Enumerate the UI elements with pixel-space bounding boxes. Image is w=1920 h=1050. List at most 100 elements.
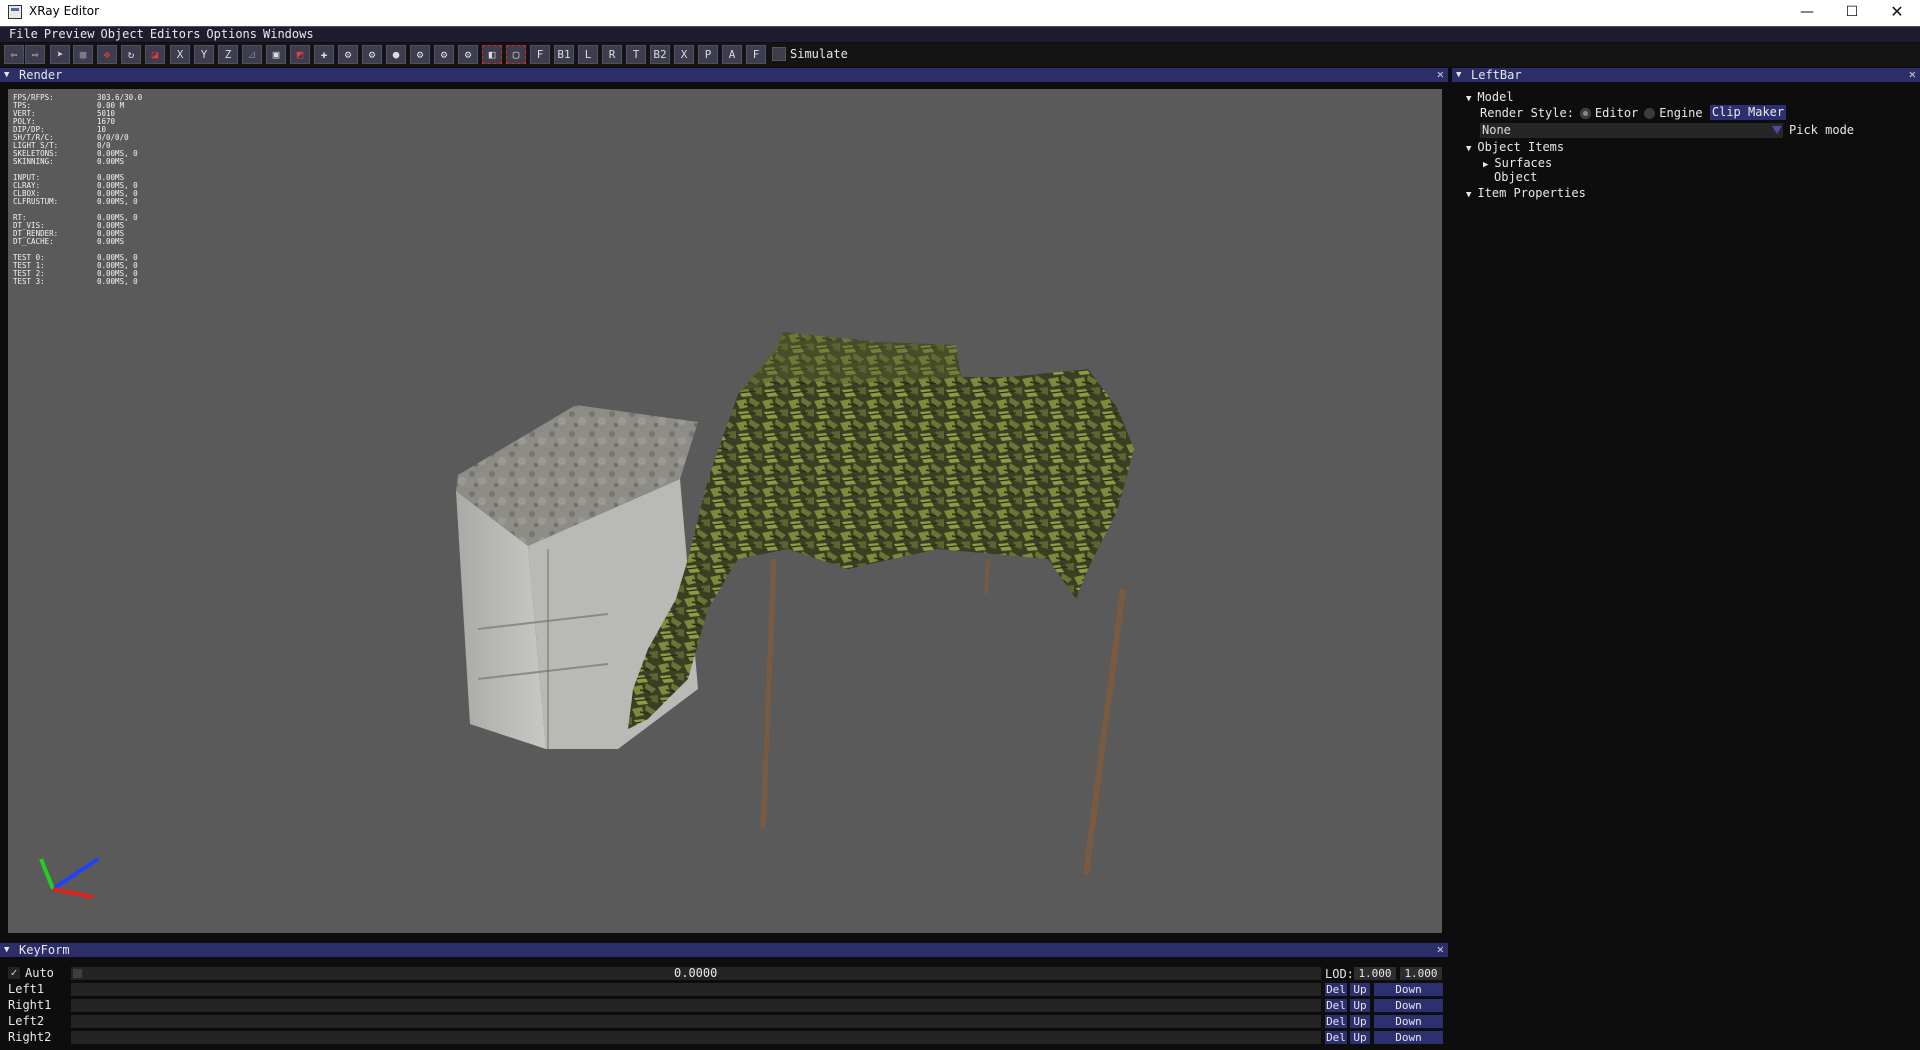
render-panel-header[interactable]: ▼ Render ✕ xyxy=(0,67,1448,82)
axis-x-button[interactable]: X xyxy=(170,45,190,64)
view-perspective-button[interactable]: P xyxy=(698,45,718,64)
redo-icon[interactable]: ⇨ xyxy=(25,45,45,64)
minimize-button[interactable]: — xyxy=(1784,0,1830,26)
tree-model[interactable]: ▼ Model xyxy=(1466,90,1514,104)
clip-maker-button[interactable]: Clip Maker xyxy=(1710,105,1786,120)
axis-zx-icon[interactable]: ⊿ xyxy=(242,45,262,64)
keyform-row-bar[interactable] xyxy=(71,1015,1321,1028)
rotate-icon[interactable]: ↻ xyxy=(121,45,141,64)
axis-y-button[interactable]: Y xyxy=(194,45,214,64)
render-panel-title: Render xyxy=(19,68,63,82)
camera-icon[interactable]: ◧ xyxy=(482,45,502,64)
time-slider-handle[interactable] xyxy=(73,969,82,978)
tree-surfaces[interactable]: ▶ Surfaces xyxy=(1483,156,1552,170)
up-button[interactable]: Up xyxy=(1350,983,1370,996)
view-arcball-button[interactable]: A xyxy=(722,45,742,64)
menu-preview[interactable]: Preview xyxy=(44,27,95,42)
menu-editors[interactable]: Editors xyxy=(150,27,201,42)
render-style-editor-radio[interactable] xyxy=(1579,108,1591,119)
down-button[interactable]: Down xyxy=(1374,1015,1443,1028)
menu-options[interactable]: Options xyxy=(206,27,257,42)
menu-file[interactable]: File xyxy=(9,27,38,42)
down-button[interactable]: Down xyxy=(1374,999,1443,1012)
scale-snap-icon[interactable]: ⚙ xyxy=(458,45,478,64)
undo-icon[interactable]: ⇦ xyxy=(4,45,24,64)
scale-icon[interactable]: ◪ xyxy=(145,45,165,64)
tree-item-properties[interactable]: ▼ Item Properties xyxy=(1466,186,1586,200)
del-button[interactable]: Del xyxy=(1325,1031,1347,1044)
del-button[interactable]: Del xyxy=(1325,983,1347,996)
render-style-row: Render Style: Editor Engine xyxy=(1480,106,1703,120)
tree-expand-icon[interactable]: ▼ xyxy=(1466,190,1471,200)
stat-key: SKINNING: xyxy=(13,157,54,166)
render-style-engine-radio[interactable] xyxy=(1644,108,1656,119)
maximize-button[interactable]: ☐ xyxy=(1829,0,1875,26)
collapse-arrow-icon[interactable]: ▼ xyxy=(4,68,9,82)
move-icon[interactable]: ✥ xyxy=(97,45,117,64)
render-panel-close-icon[interactable]: ✕ xyxy=(1437,67,1444,81)
down-button[interactable]: Down xyxy=(1374,983,1443,996)
object-snap-icon[interactable]: ⚙ xyxy=(338,45,358,64)
view-bottom-button[interactable]: B2 xyxy=(650,45,670,64)
down-button[interactable]: Down xyxy=(1374,1031,1443,1044)
view-free-button[interactable]: F xyxy=(746,45,766,64)
view-right-button[interactable]: R xyxy=(602,45,622,64)
view-back-button[interactable]: B1 xyxy=(554,45,574,64)
tree-object-items[interactable]: ▼ Object Items xyxy=(1466,140,1564,154)
csg-icon[interactable]: ▣ xyxy=(266,45,286,64)
keyform-row-bar[interactable] xyxy=(71,999,1321,1012)
leftbar-close-icon[interactable]: ✕ xyxy=(1909,67,1916,81)
snap-icon[interactable]: ◩ xyxy=(290,45,310,64)
dropdown-arrow-icon[interactable] xyxy=(1772,126,1782,134)
keyform-close-icon[interactable]: ✕ xyxy=(1437,942,1444,956)
select-box-icon[interactable]: ■ xyxy=(73,45,93,64)
keyform-row-label: Left2 xyxy=(8,1014,45,1028)
simulate-label: Simulate xyxy=(790,47,848,61)
view-top-button[interactable]: T xyxy=(626,45,646,64)
toolbar: ⇦ ⇨ ➤ ■ ✥ ↻ ◪ X Y Z ⊿ ▣ ◩ ✚ ⚙ ⚙ ● ⚙ ⚙ ⚙ … xyxy=(0,43,1920,67)
move-snap-icon[interactable]: ⚙ xyxy=(434,45,454,64)
view-front-button[interactable]: F xyxy=(530,45,550,64)
render-style-engine-label[interactable]: Engine xyxy=(1659,106,1702,120)
simulate-checkbox[interactable] xyxy=(772,47,786,61)
up-button[interactable]: Up xyxy=(1350,1031,1370,1044)
keyform-header[interactable]: ▼ KeyForm ✕ xyxy=(0,942,1448,957)
render-style-editor-label[interactable]: Editor xyxy=(1595,106,1638,120)
tree-expand-icon[interactable]: ▼ xyxy=(1466,94,1471,104)
close-window-button[interactable]: ✕ xyxy=(1874,0,1920,26)
zoom-extents-icon[interactable]: ▢ xyxy=(506,45,526,64)
collapse-arrow-icon[interactable]: ▼ xyxy=(4,943,9,957)
lod-label: LOD: xyxy=(1325,967,1354,981)
keyform-row-bar[interactable] xyxy=(71,983,1321,996)
view-reset-button[interactable]: X xyxy=(674,45,694,64)
tree-object[interactable]: Object xyxy=(1494,170,1537,184)
time-value: 0.0000 xyxy=(674,966,718,980)
vertex-snap-icon[interactable]: ⚙ xyxy=(362,45,382,64)
auto-label: Auto xyxy=(25,966,54,980)
up-button[interactable]: Up xyxy=(1350,1015,1370,1028)
auto-checkbox[interactable]: ✓ xyxy=(8,967,20,979)
leftbar-header[interactable]: ▼ LeftBar ✕ xyxy=(1452,67,1920,82)
grid-snap-icon[interactable]: ✚ xyxy=(314,45,334,64)
tree-expand-icon[interactable]: ▼ xyxy=(1466,144,1471,154)
render-viewport[interactable]: FPS/RFPS: 303.6/30.0 TPS: 0.00 M VERT: 5010 PO… xyxy=(8,89,1442,933)
select-arrow-icon[interactable]: ➤ xyxy=(50,45,70,64)
axis-z-button[interactable]: Z xyxy=(218,45,238,64)
angle-snap-icon[interactable]: ⚙ xyxy=(410,45,430,64)
lod-input-1[interactable]: 1.000 xyxy=(1354,967,1396,980)
tree-collapsed-icon[interactable]: ▶ xyxy=(1483,160,1488,170)
up-button[interactable]: Up xyxy=(1350,999,1370,1012)
lod-input-2[interactable]: 1.000 xyxy=(1400,967,1442,980)
keyform-row-bar[interactable] xyxy=(71,1031,1321,1044)
menu-object[interactable]: Object xyxy=(100,27,143,42)
pick-mode-select[interactable]: None xyxy=(1480,123,1783,138)
normal-snap-icon[interactable]: ● xyxy=(386,45,406,64)
collapse-arrow-icon[interactable]: ▼ xyxy=(1456,68,1461,82)
del-button[interactable]: Del xyxy=(1325,1015,1347,1028)
pole-3 xyxy=(984,558,990,595)
menu-windows[interactable]: Windows xyxy=(263,27,314,42)
render-style-label: Render Style: xyxy=(1480,106,1574,120)
del-button[interactable]: Del xyxy=(1325,999,1347,1012)
tree-object-items-label: Object Items xyxy=(1477,140,1565,154)
view-left-button[interactable]: L xyxy=(578,45,598,64)
